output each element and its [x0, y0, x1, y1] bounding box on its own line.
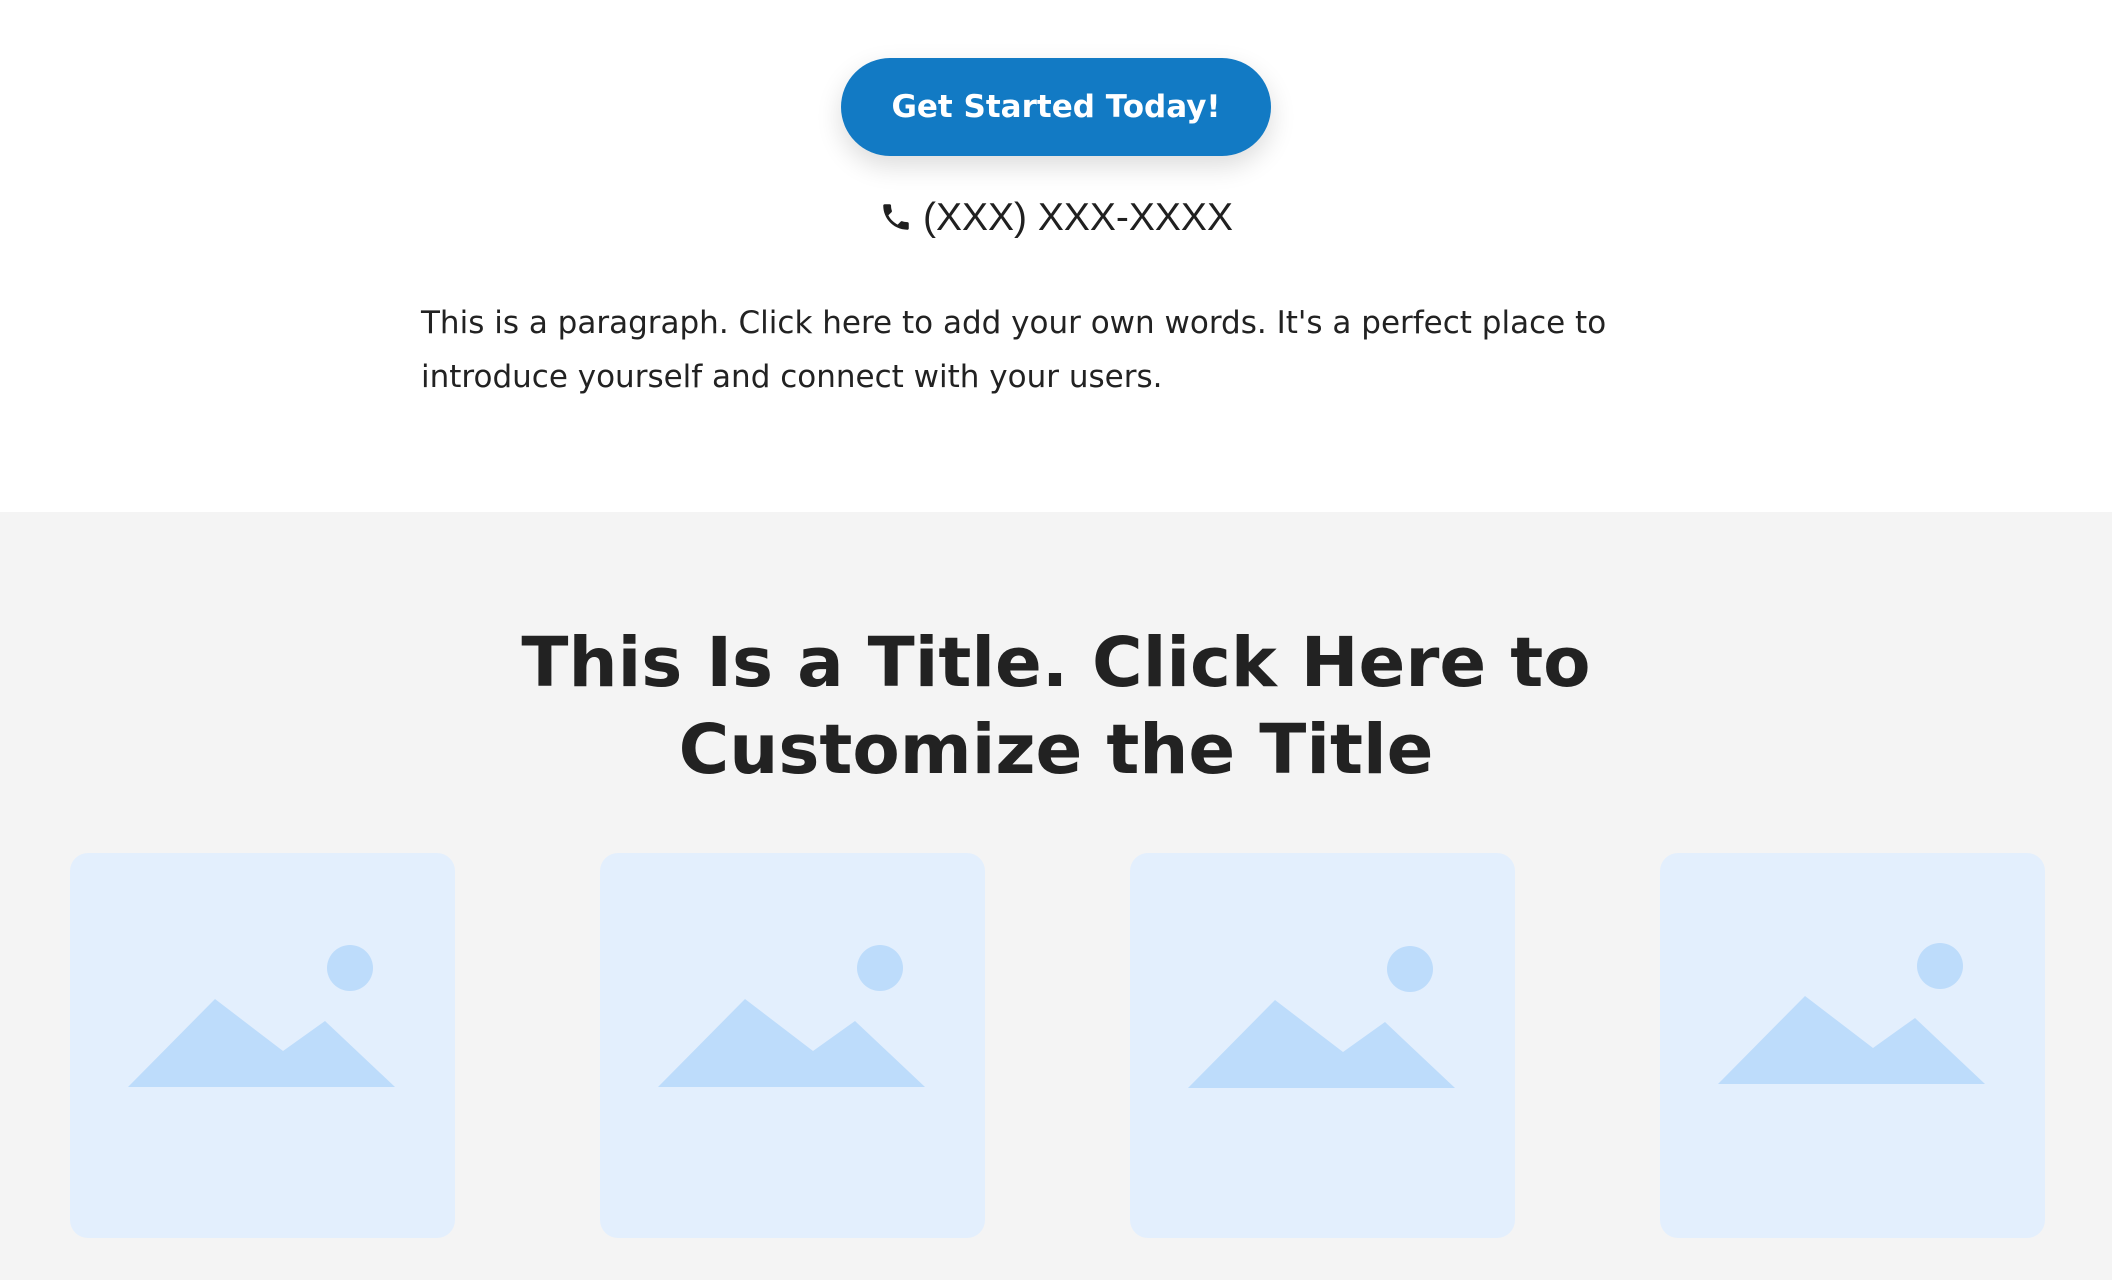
image-placeholder-icon — [1718, 943, 1985, 1084]
phone-link[interactable]: (XXX) XXX-XXXX — [0, 190, 2112, 246]
image-placeholder-2[interactable] — [600, 853, 985, 1238]
image-placeholder-icon — [128, 945, 395, 1087]
image-placeholder-3[interactable] — [1130, 853, 1515, 1238]
image-placeholder-1[interactable] — [70, 853, 455, 1238]
intro-paragraph: This is a paragraph. Click here to add y… — [421, 305, 1607, 395]
section-title-line-1: This Is a Title. Click Here to — [521, 623, 1591, 703]
phone-icon — [879, 200, 913, 234]
get-started-button[interactable]: Get Started Today! — [841, 58, 1271, 156]
section-title: This Is a Title. Click Here to Customize… — [0, 620, 2112, 794]
hero-section: Get Started Today! (XXX) XXX-XXXX This i… — [0, 0, 2112, 512]
image-placeholder-icon — [1188, 946, 1455, 1088]
image-placeholder-icon — [658, 945, 925, 1087]
image-placeholder-4[interactable] — [1660, 853, 2045, 1238]
gallery-section: This Is a Title. Click Here to Customize… — [0, 512, 2112, 1280]
section-title-line-2: Customize the Title — [678, 710, 1434, 790]
phone-number: (XXX) XXX-XXXX — [923, 196, 1233, 239]
